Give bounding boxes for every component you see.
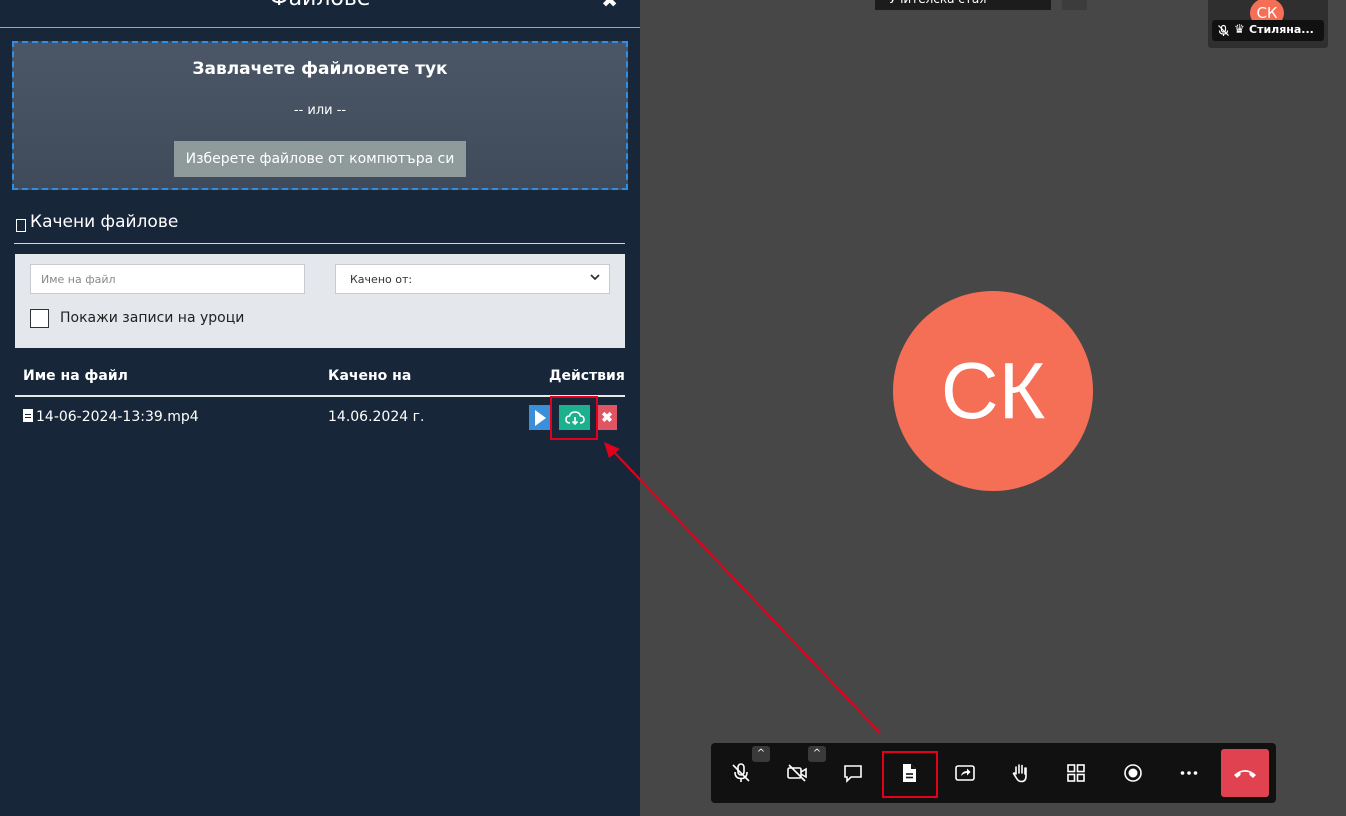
dropzone-title: Завлачете файловете тук (192, 59, 448, 79)
participant-thumbnail[interactable]: СК ♛ Стиляна... (1208, 0, 1328, 48)
chevron-down-icon (589, 271, 601, 283)
main-participant-avatar: СК (893, 291, 1093, 491)
tile-view-button[interactable] (1056, 753, 1096, 793)
show-lesson-records-label: Покажи записи на уроци (60, 310, 245, 326)
room-name-tab[interactable]: Учителска стая (875, 0, 1051, 10)
uploaded-by-value: Качено от: (350, 273, 413, 286)
highlight-box-files (882, 751, 938, 798)
files-panel: Файлове ✖ Завлачете файловете тук -- или… (0, 0, 640, 816)
mic-muted-icon (730, 762, 752, 784)
record-button[interactable] (1113, 753, 1153, 793)
panel-header: Файлове ✖ (0, 0, 640, 28)
show-lesson-records-checkbox[interactable] (30, 309, 49, 328)
file-name: 14-06-2024-13:39.mp4 (36, 409, 199, 425)
participant-name: Стиляна... (1249, 23, 1314, 36)
hangup-icon (1232, 766, 1258, 780)
room-tab-extra[interactable] (1062, 0, 1087, 10)
table-header-divider (15, 395, 625, 397)
raise-hand-icon (1010, 762, 1032, 784)
filename-filter-input[interactable] (30, 264, 305, 294)
dropzone-or-text: -- или -- (293, 103, 347, 118)
camera-off-icon (786, 762, 808, 784)
file-name-cell[interactable]: 14-06-2024-13:39.mp4 (23, 409, 199, 425)
file-icon (16, 219, 26, 232)
tile-view-icon (1065, 762, 1087, 784)
mic-options-caret[interactable]: ^ (752, 746, 770, 762)
panel-title: Файлове (0, 0, 640, 11)
file-date: 14.06.2024 г. (328, 409, 425, 425)
chat-icon (842, 762, 864, 784)
uploaded-files-title: Качени файлове (30, 212, 179, 232)
column-header-actions: Действия (549, 368, 625, 384)
more-options-button[interactable] (1169, 753, 1209, 793)
more-icon (1178, 762, 1200, 784)
column-header-uploaded-on[interactable]: Качено на (328, 368, 411, 384)
play-button[interactable] (529, 405, 551, 430)
hangup-button[interactable] (1221, 749, 1269, 797)
highlight-box-download (550, 396, 598, 440)
column-header-filename[interactable]: Име на файл (23, 368, 128, 384)
thumbnail-name-bar: ♛ Стиляна... (1212, 20, 1324, 41)
choose-files-button[interactable]: Изберете файлове от компютъра си (174, 141, 466, 177)
play-icon (534, 409, 546, 426)
document-icon (23, 409, 33, 422)
raise-hand-button[interactable] (1001, 753, 1041, 793)
chat-button[interactable] (833, 753, 873, 793)
file-dropzone[interactable]: Завлачете файловете тук -- или -- Избере… (12, 41, 628, 190)
record-icon (1122, 762, 1144, 784)
share-screen-button[interactable] (945, 753, 985, 793)
delete-button[interactable]: ✖ (597, 405, 617, 430)
uploaded-files-header: Качени файлове (14, 212, 625, 244)
moderator-crown-icon: ♛ (1234, 22, 1245, 36)
filters-box: Качено от: Покажи записи на уроци (15, 254, 625, 348)
close-icon[interactable]: ✖ (601, 0, 618, 12)
uploaded-by-select[interactable]: Качено от: (335, 264, 610, 294)
mic-muted-icon (1217, 24, 1230, 37)
camera-options-caret[interactable]: ^ (808, 746, 826, 762)
meeting-toolbar: ^ ^ (711, 743, 1276, 803)
share-screen-icon (954, 762, 976, 784)
